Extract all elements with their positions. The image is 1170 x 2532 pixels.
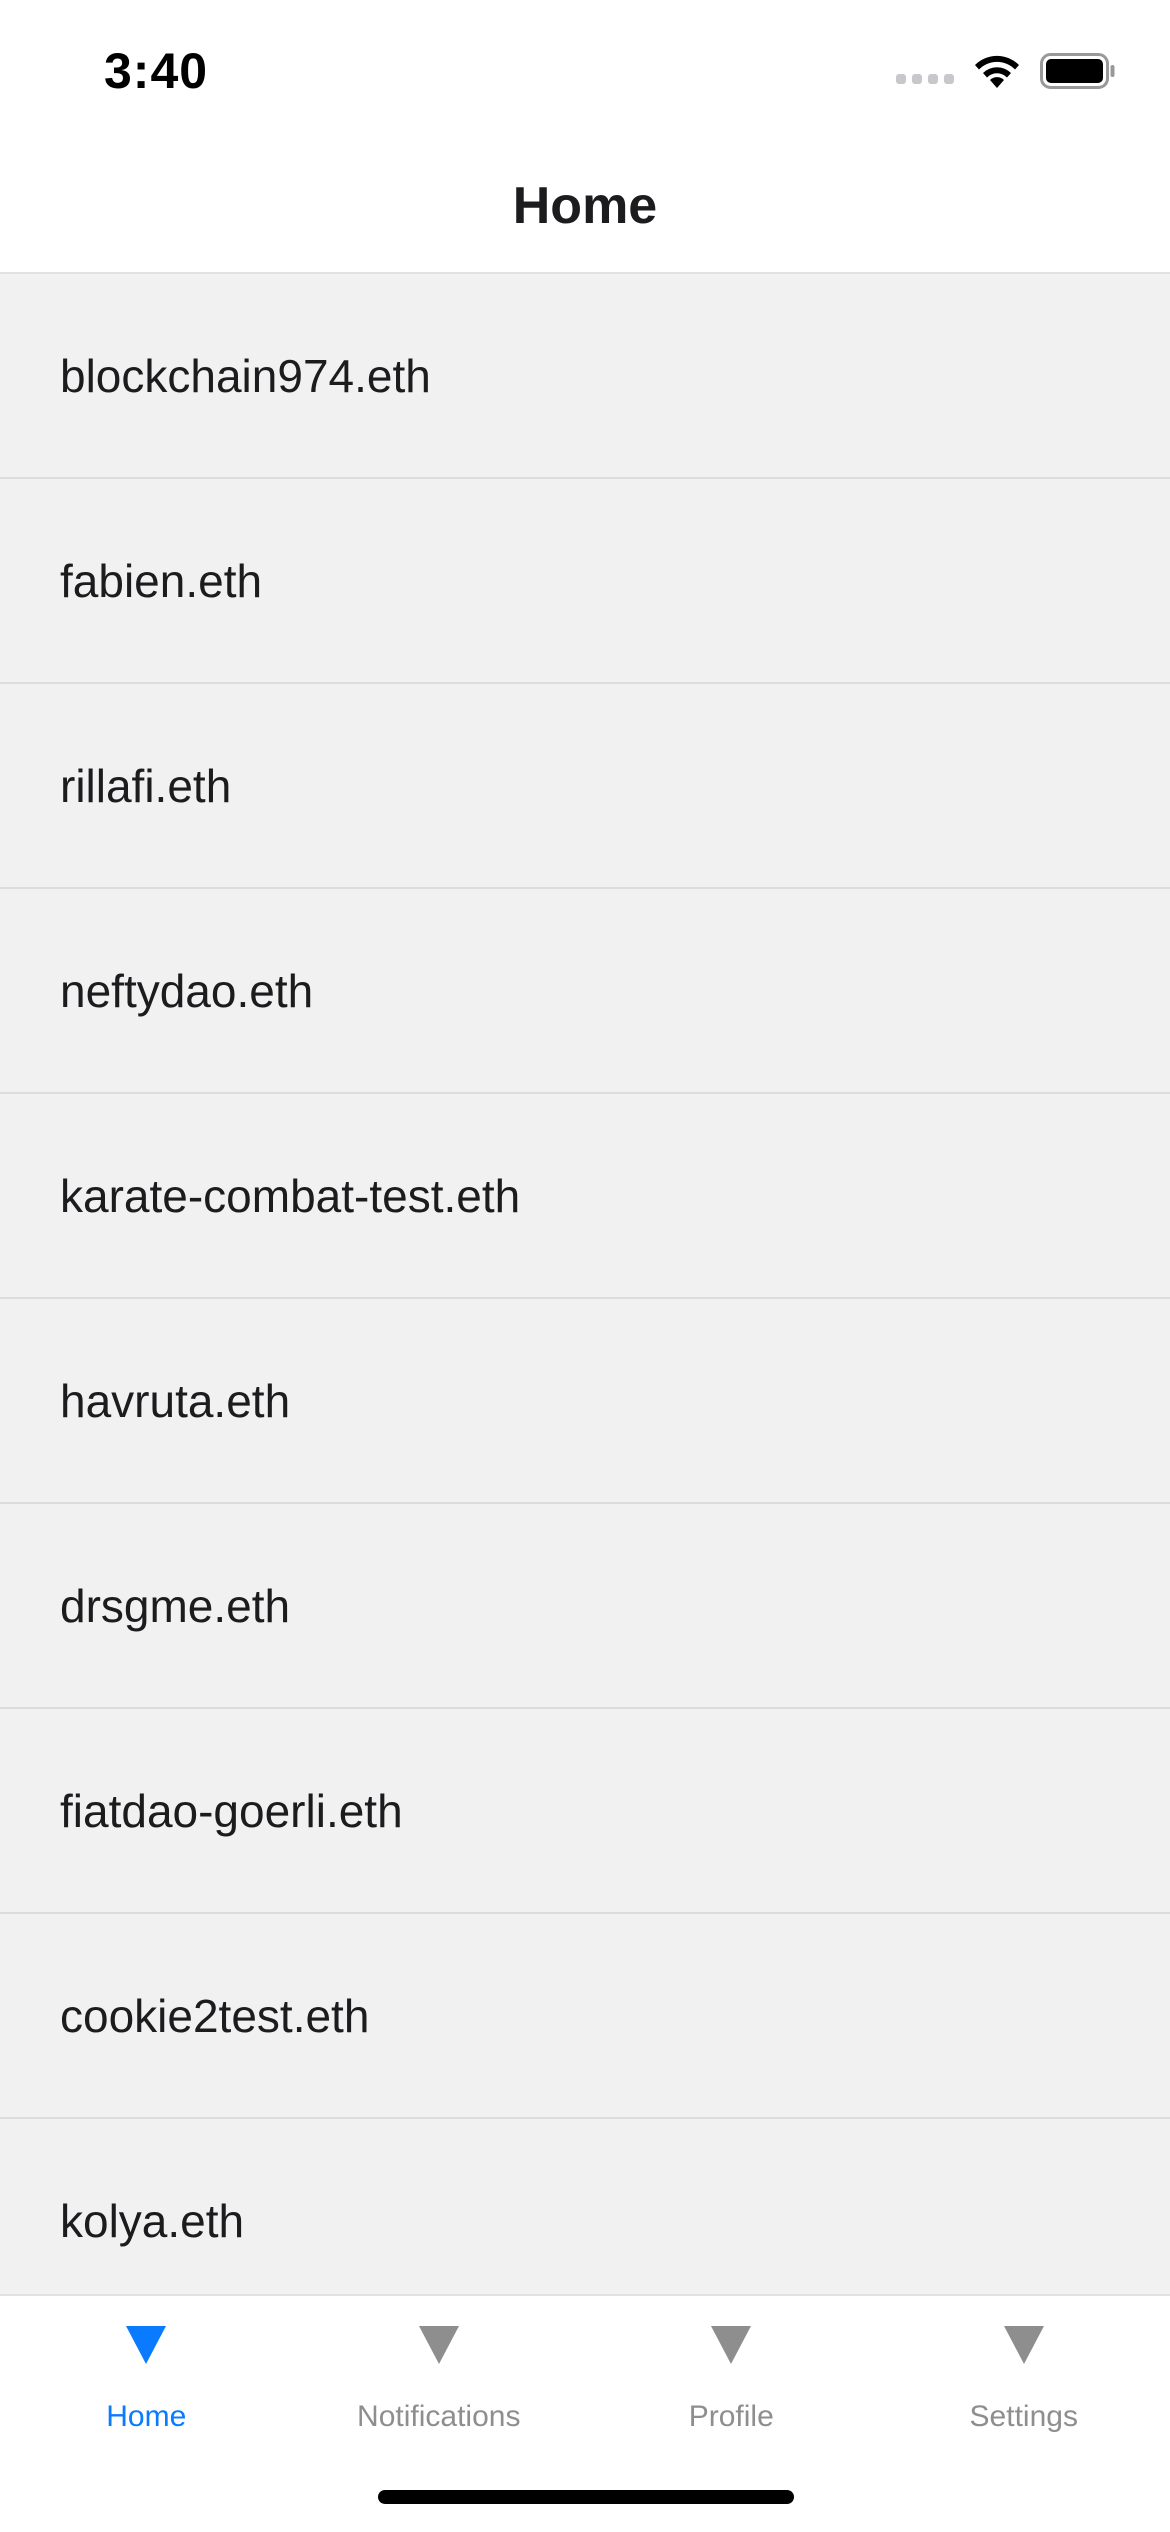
list-item[interactable]: drsgme.eth [0,1504,1170,1709]
tab-settings[interactable]: Settings [878,2296,1170,2466]
list-item-label: blockchain974.eth [60,349,431,402]
tab-label: Notifications [357,2400,521,2433]
list-item-label: havruta.eth [60,1374,291,1427]
page-title: Home [512,177,658,235]
status-bar: 3:40 [0,0,1170,140]
space-list: blockchain974.eth fabien.eth rillafi.eth… [0,274,1170,2294]
status-time: 3:40 [104,43,209,99]
list-item[interactable]: karate-combat-test.eth [0,1094,1170,1299]
triangle-down-icon [418,2326,459,2364]
navigation-bar: Home [0,140,1170,274]
list-item[interactable]: fabien.eth [0,479,1170,684]
triangle-down-icon [126,2326,167,2364]
list-item[interactable]: neftydao.eth [0,889,1170,1094]
list-item-label: neftydao.eth [60,964,314,1017]
status-icons [896,52,1116,90]
signal-dots-icon [896,74,954,84]
home-indicator[interactable] [378,2490,794,2504]
list-item-label: cookie2test.eth [60,1989,370,2042]
list-item[interactable]: kolya.eth [0,2119,1170,2294]
list-item[interactable]: blockchain974.eth [0,274,1170,479]
triangle-down-icon [1003,2326,1044,2364]
list-item-label: kolya.eth [60,2194,245,2247]
tab-home[interactable]: Home [0,2296,293,2466]
list-item-label: fabien.eth [60,554,263,607]
list-item[interactable]: cookie2test.eth [0,1914,1170,2119]
list-item-label: fiatdao-goerli.eth [60,1784,403,1837]
tab-label: Home [106,2400,187,2433]
list-item[interactable]: havruta.eth [0,1299,1170,1504]
list-item-label: karate-combat-test.eth [60,1169,521,1222]
list-item-label: drsgme.eth [60,1579,291,1632]
tab-notifications[interactable]: Notifications [293,2296,586,2466]
tab-label: Profile [688,2400,774,2433]
tab-profile[interactable]: Profile [585,2296,878,2466]
app-screen: 3:40 Home blockchain974.eth fabien.eth r… [0,0,1170,2532]
list-item[interactable]: fiatdao-goerli.eth [0,1709,1170,1914]
list-item[interactable]: rillafi.eth [0,684,1170,889]
tab-label: Settings [969,2400,1078,2433]
battery-icon [1040,53,1115,89]
list-item-label: rillafi.eth [60,759,232,812]
wifi-icon [975,55,1019,88]
triangle-down-icon [711,2326,752,2364]
